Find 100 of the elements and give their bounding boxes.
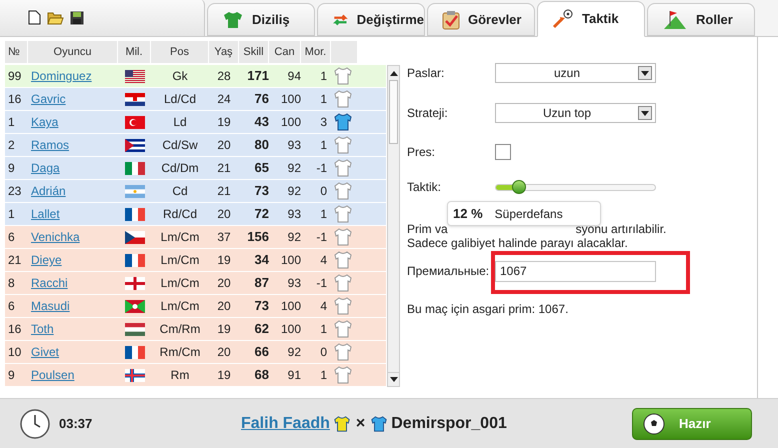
scroll-down-icon[interactable] <box>390 377 398 382</box>
table-cell-text: 92 <box>286 160 301 177</box>
field-label: Премиальные: <box>407 263 490 280</box>
table-cell-text: 68 <box>254 366 269 384</box>
table-cell-text: Rm <box>170 367 190 384</box>
shirt-outline-icon <box>333 365 353 385</box>
player-link[interactable]: Masudi <box>31 299 70 313</box>
column-header[interactable]: Oyuncu <box>28 41 118 63</box>
tab[interactable]: Değiştirme <box>317 3 425 36</box>
player-row[interactable]: 1 Kaya Ld 19 43 100 3 <box>5 111 386 134</box>
table-cell-text: Lm/Cm <box>160 252 200 269</box>
player-row[interactable]: 2 Ramos Cd/Sw 20 80 93 1 <box>5 134 386 157</box>
player-row[interactable]: 21 Dieye Lm/Cm 19 34 100 4 <box>5 249 386 272</box>
table-cell-text: Ld/Cd <box>162 91 198 108</box>
table-cell-text: Gk <box>171 68 189 85</box>
player-row[interactable]: 23 Adrián Cd 21 73 92 0 <box>5 180 386 203</box>
player-link[interactable]: Ramos <box>31 138 70 152</box>
passes-dropdown[interactable]: uzun <box>495 63 656 83</box>
table-cell-text: 43 <box>254 113 269 132</box>
player-link[interactable]: Toth <box>31 322 54 336</box>
table-cell-text: 4 <box>319 298 327 315</box>
scrollbar-thumb[interactable] <box>389 80 398 144</box>
column-header[interactable]: Pos <box>151 41 209 63</box>
table-cell-text: 93 <box>286 137 301 154</box>
scroll-up-icon[interactable] <box>390 70 398 76</box>
column-header[interactable]: Skill <box>239 41 269 63</box>
slider-thumb[interactable] <box>512 180 526 194</box>
table-cell-text: Cd/Sw <box>161 137 199 154</box>
table-cell-text: 16 <box>7 91 22 108</box>
player-link[interactable]: Kaya <box>31 115 58 129</box>
shirt-icon <box>332 414 351 432</box>
player-row[interactable]: 9 Daga Cd/Dm 21 65 92 -1 <box>5 157 386 180</box>
shirt-icon <box>222 10 244 30</box>
flag-icon <box>124 116 144 128</box>
player-row[interactable]: 8 Racchi Lm/Cm 20 87 93 -1 <box>5 272 386 295</box>
table-cell-text: 20 <box>216 298 232 315</box>
column-header[interactable]: Mor. <box>301 41 331 63</box>
table-cell-text: 21 <box>7 252 22 269</box>
table-cell-text: 9 <box>7 367 16 384</box>
table-cell-text: 19 <box>216 367 232 384</box>
player-row[interactable]: 16 Toth Cm/Rm 19 62 100 1 <box>5 318 386 341</box>
table-cell-text: 94 <box>286 68 301 85</box>
strategy-dropdown[interactable]: Uzun top <box>495 103 656 123</box>
home-team-link[interactable]: Falih Faadh <box>241 412 330 436</box>
flag-icon <box>124 368 144 382</box>
tab[interactable]: Diziliş <box>207 3 315 36</box>
info-text: Prim va <box>407 222 448 236</box>
player-row[interactable]: 16 Gavric Ld/Cd 24 76 100 1 <box>5 88 386 111</box>
clock-icon <box>20 408 50 438</box>
table-cell-text: Cd <box>171 183 189 200</box>
scrollbar[interactable] <box>387 65 400 387</box>
shirt-icon <box>370 414 388 432</box>
player-row[interactable]: 9 Poulsen Rm 19 68 91 1 <box>5 364 386 387</box>
player-row[interactable]: 10 Givet Rm/Cm 20 66 92 0 <box>5 341 386 364</box>
player-row[interactable]: 1 Lallet Rd/Cd 20 72 93 1 <box>5 203 386 226</box>
table-cell-text: 21 <box>216 183 232 200</box>
table-cell-text: Lm/Cm <box>160 275 200 292</box>
player-link[interactable]: Poulsen <box>31 368 74 382</box>
table-cell-text: 16 <box>7 321 22 338</box>
tab[interactable]: Görevler <box>427 3 535 36</box>
column-header[interactable]: № <box>5 41 28 63</box>
player-link[interactable]: Gavric <box>31 92 66 106</box>
table-cell-text: 65 <box>254 159 269 178</box>
player-link[interactable]: Lallet <box>31 207 60 221</box>
table-cell-text: 1 <box>319 321 327 338</box>
table-cell-text: 23 <box>7 183 22 200</box>
table-cell-text: 1 <box>7 114 16 131</box>
table-cell-text: 3 <box>319 114 327 131</box>
table-cell-text: -1 <box>315 275 327 292</box>
tab[interactable]: Taktik <box>537 1 645 37</box>
player-row[interactable]: 6 Masudi Lm/Cm 20 73 100 4 <box>5 295 386 318</box>
shirt-outline-icon <box>333 273 353 293</box>
table-cell-text: -1 <box>315 160 327 177</box>
bonus-input-field[interactable]: 1067 <box>495 260 656 282</box>
shirt-outline-icon <box>333 181 353 201</box>
table-cell-text: 100 <box>280 91 301 108</box>
column-header[interactable]: Yaş <box>209 41 239 63</box>
player-row[interactable]: 99 Dominguez Gk 28 171 94 1 <box>5 65 386 88</box>
table-cell-text: -1 <box>315 229 327 246</box>
shirt-outline-icon <box>333 342 353 362</box>
player-link[interactable]: Racchi <box>31 276 68 290</box>
player-link[interactable]: Venichka <box>31 230 80 244</box>
tab[interactable]: Roller <box>647 3 755 36</box>
player-link[interactable]: Dieye <box>31 253 62 267</box>
table-cell-text: 8 <box>7 275 16 292</box>
press-checkbox[interactable] <box>495 144 511 160</box>
flag-icon <box>124 254 144 266</box>
player-link[interactable]: Dominguez <box>31 69 92 83</box>
versus-sign: × <box>356 414 366 434</box>
player-link[interactable]: Daga <box>31 161 60 175</box>
clipboard-icon <box>442 10 460 30</box>
column-header[interactable]: Can <box>269 41 301 63</box>
player-row[interactable]: 6 Venichka Lm/Cm 37 156 92 -1 <box>5 226 386 249</box>
player-link[interactable]: Adrián <box>31 184 66 198</box>
open-folder-icon[interactable] <box>47 10 64 24</box>
save-icon[interactable] <box>70 10 84 24</box>
table-cell-text: 92 <box>286 229 301 246</box>
column-header[interactable]: Mil. <box>118 41 151 63</box>
new-file-icon[interactable] <box>28 10 41 25</box>
player-link[interactable]: Givet <box>31 345 60 359</box>
